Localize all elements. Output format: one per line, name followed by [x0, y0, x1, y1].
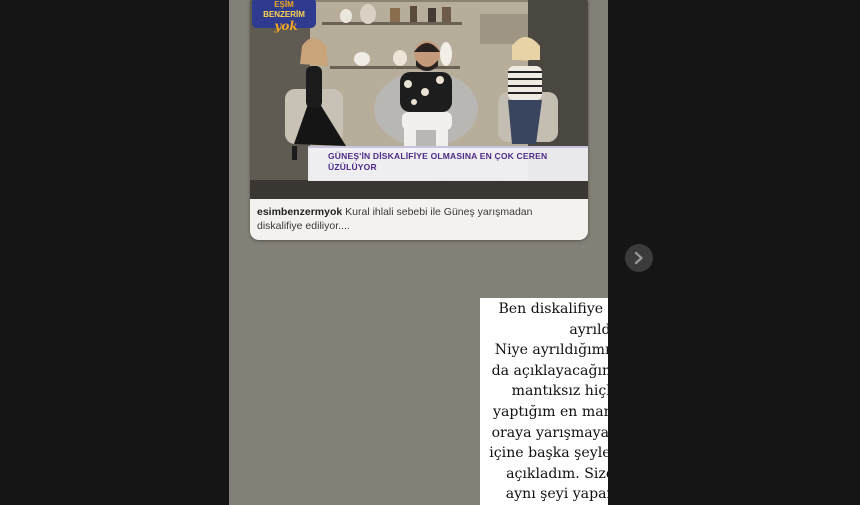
post-caption: esimbenzermyok Kural ihlali sebebi ile G… — [257, 206, 579, 233]
story-frame: GÜNEŞ'İN DİSKALİFİYE OLMASINA EN ÇOK CER… — [229, 0, 608, 505]
statement-text-box: Ben diskalifiye edilmedim kendi isteğiml… — [480, 298, 608, 505]
statement-line: ayrıldım programdan. — [569, 321, 608, 338]
post-username[interactable]: esimbenzermyok — [257, 206, 342, 218]
chevron-right-icon — [634, 251, 643, 265]
next-story-button[interactable] — [625, 244, 653, 272]
svg-text:EŞİM: EŞİM — [274, 0, 294, 9]
statement-line: içine başka şeyler girince de gelmeyeceğ… — [489, 445, 608, 462]
statement-line: oraya yarışmaya ve ödül almaya gittim. İ… — [491, 424, 608, 441]
shared-post-card[interactable]: GÜNEŞ'İN DİSKALİFİYE OLMASINA EN ÇOK CER… — [250, 0, 588, 240]
statement-line: mantıksız hiçbir şey yapmadım. Bu da — [511, 383, 608, 400]
svg-text:yok: yok — [273, 19, 297, 33]
post-image[interactable]: GÜNEŞ'İN DİSKALİFİYE OLMASINA EN ÇOK CER… — [250, 0, 588, 199]
show-logo: EŞİM BENZERİM yok — [252, 0, 316, 33]
statement-line: aynı şeyi yapardınız diye düşünüyorum. — [505, 486, 608, 503]
statement-line: Niye ayrıldığımı da akşam 20.00'da TikTo… — [494, 342, 608, 359]
statement-line: açıkladım. Sizde benim yerimde olsanız — [506, 465, 608, 482]
svg-text:BENZERİM: BENZERİM — [263, 10, 305, 19]
statement-line: Ben diskalifiye edilmedim kendi isteğiml… — [498, 301, 608, 317]
tv-headline: GÜNEŞ'İN DİSKALİFİYE OLMASINA EN ÇOK CER… — [328, 151, 548, 172]
statement-line: yaptığım en mantıklı şeylerden biriydi. … — [493, 403, 608, 420]
statement-line: da açıklayacağım. Bugüne kadar yarışmada — [491, 362, 608, 379]
